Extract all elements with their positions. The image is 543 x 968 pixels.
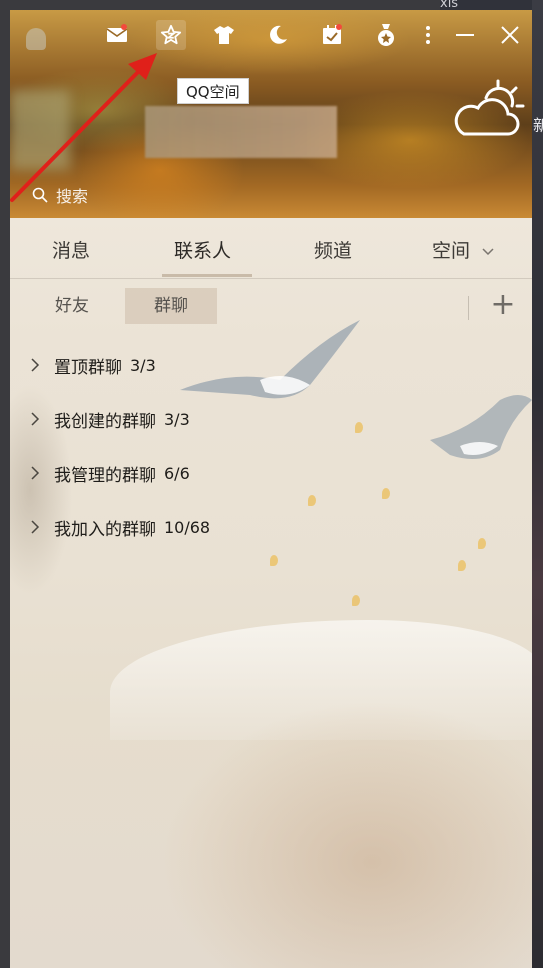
search-input[interactable]: 搜索: [56, 183, 88, 207]
group-category-count: 10/68: [164, 517, 211, 537]
tab-space-label: 空间: [432, 240, 471, 262]
painting-leaf: [308, 495, 316, 506]
qq-window: QQ空间 搜索 消息 联系人 频道 空间 好友 群聊 + 置顶群聊 3/3 我创…: [10, 10, 532, 968]
weather-cloud-sun-icon[interactable]: [450, 78, 526, 140]
tab-contacts[interactable]: 联系人: [174, 236, 231, 263]
search-icon: [32, 187, 48, 203]
chevron-down-icon: [482, 247, 494, 255]
group-category-pinned[interactable]: 置顶群聊 3/3: [28, 349, 156, 381]
main-tabs: 消息 联系人 频道 空间: [10, 218, 532, 279]
qzone-star-icon[interactable]: [156, 20, 186, 50]
group-category-label: 我管理的群聊: [54, 465, 156, 486]
painting-bird: [430, 395, 532, 459]
group-category-label: 我创建的群聊: [54, 411, 156, 432]
chevron-right-icon: [31, 466, 40, 480]
avatar[interactable]: [26, 28, 46, 50]
search-bar[interactable]: 搜索: [10, 175, 532, 215]
tab-channels[interactable]: 频道: [314, 236, 352, 263]
subtab-divider: [468, 296, 469, 320]
painting-leaf: [355, 422, 363, 433]
subtab-friends[interactable]: 好友: [40, 288, 104, 324]
tab-space[interactable]: 空间: [432, 236, 494, 263]
tab-messages[interactable]: 消息: [52, 236, 90, 263]
group-category-created[interactable]: 我创建的群聊 3/3: [28, 403, 190, 435]
painting-rock: [120, 700, 532, 968]
chevron-right-icon: [31, 358, 40, 372]
notification-dot: [336, 24, 342, 30]
blurred-nickname: [145, 106, 337, 158]
add-button[interactable]: +: [488, 290, 518, 322]
group-category-joined[interactable]: 我加入的群聊 10/68: [28, 511, 210, 543]
blurred-region-left: [10, 90, 70, 170]
moon-icon[interactable]: [263, 20, 293, 50]
chevron-right-icon: [31, 412, 40, 426]
group-category-count: 3/3: [164, 409, 190, 429]
desktop-side-text: 新: [533, 116, 543, 135]
subtab-groups[interactable]: 群聊: [125, 288, 217, 324]
painting-leaf: [382, 488, 390, 499]
contact-subtabs: 好友 群聊 +: [10, 286, 532, 330]
badge-icon[interactable]: [371, 20, 401, 50]
painting-leaf: [352, 595, 360, 606]
minimize-icon[interactable]: [450, 20, 480, 50]
group-category-count: 6/6: [164, 463, 190, 483]
desktop-background-right: [532, 0, 543, 968]
group-category-label: 我加入的群聊: [54, 519, 156, 540]
group-category-managed[interactable]: 我管理的群聊 6/6: [28, 457, 190, 489]
painting-leaf: [458, 560, 466, 571]
notification-dot: [121, 24, 127, 30]
chevron-right-icon: [31, 520, 40, 534]
tab-active-indicator: [162, 274, 252, 277]
calendar-icon[interactable]: [317, 20, 347, 50]
tooltip-qzone: QQ空间: [177, 78, 249, 104]
painting-leaf: [270, 555, 278, 566]
more-icon[interactable]: [413, 20, 443, 50]
mail-icon[interactable]: [102, 20, 132, 50]
painting-leaf: [478, 538, 486, 549]
group-category-count: 3/3: [130, 355, 156, 375]
painting-cliff: [10, 340, 90, 640]
tshirt-icon[interactable]: [209, 20, 239, 50]
group-category-label: 置顶群聊: [54, 357, 122, 378]
close-icon[interactable]: [495, 20, 525, 50]
